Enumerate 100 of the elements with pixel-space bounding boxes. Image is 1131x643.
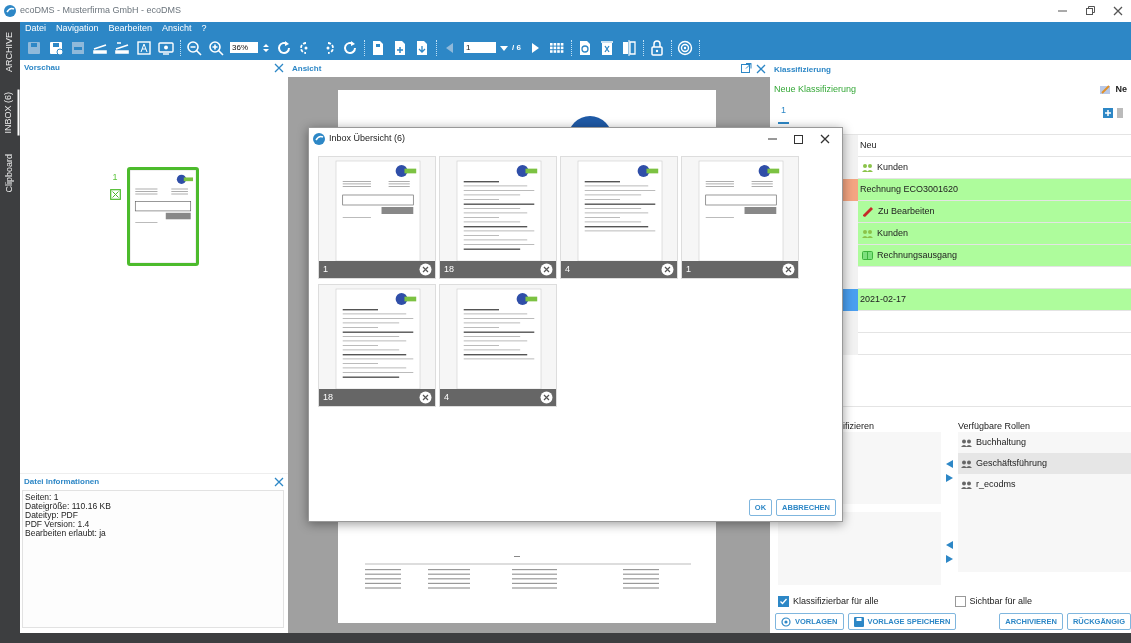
- role-item[interactable]: r_ecodms: [958, 474, 1131, 495]
- close-icon[interactable]: [1113, 6, 1123, 16]
- remove-icon[interactable]: [540, 391, 553, 404]
- remove-icon[interactable]: [782, 263, 795, 276]
- field-value: Rechnungsausgang: [877, 248, 958, 262]
- fit-page-icon[interactable]: [276, 39, 292, 56]
- zoom-in-icon[interactable]: [208, 39, 224, 56]
- menu-item[interactable]: Navigation: [51, 22, 104, 35]
- edit-form-icon[interactable]: [1099, 84, 1112, 96]
- form-title: Neue Klassifizierung: [774, 83, 857, 97]
- side-tab[interactable]: Clipboard: [1, 151, 19, 195]
- add-document-icon[interactable]: [392, 39, 408, 56]
- caret-icon[interactable]: [500, 43, 508, 52]
- tab[interactable]: 1: [778, 104, 789, 124]
- move-right-icon[interactable]: [945, 473, 954, 483]
- spinner-icon[interactable]: [262, 42, 270, 53]
- zoom-field[interactable]: 36%: [230, 42, 258, 53]
- checkbox-label: Klassifizierbar für alle: [793, 594, 879, 608]
- page-total: / 6: [512, 41, 521, 54]
- page-number: 1: [112, 171, 118, 184]
- field-value: Neu: [860, 138, 877, 152]
- remove-icon[interactable]: [661, 263, 674, 276]
- list-title: Verfügbare Rollen: [958, 421, 1032, 431]
- info-line: Bearbeiten erlaubt: ja: [25, 529, 107, 538]
- menu-item[interactable]: ?: [196, 22, 212, 35]
- new-button[interactable]: Ne: [1115, 83, 1127, 97]
- people-icon: [961, 459, 972, 468]
- page-field[interactable]: 1: [464, 42, 496, 53]
- role-item[interactable]: Geschäftsführung: [958, 453, 1131, 474]
- document-card[interactable]: 4: [439, 284, 557, 407]
- monitor-icon[interactable]: [158, 39, 174, 56]
- document-card[interactable]: 18: [318, 284, 436, 407]
- page-count: 18: [444, 262, 454, 276]
- document-icon[interactable]: [370, 39, 386, 56]
- maximize-icon[interactable]: [794, 134, 803, 144]
- role-name: r_ecodms: [976, 477, 1016, 491]
- menu-item[interactable]: Datei: [20, 22, 51, 35]
- role-name: Buchhaltung: [976, 435, 1027, 449]
- document-card[interactable]: 1: [681, 156, 799, 279]
- row-header-cell: [843, 157, 858, 179]
- role-item[interactable]: Buchhaltung: [958, 432, 1131, 453]
- text-frame-icon[interactable]: [136, 39, 152, 56]
- menu-item[interactable]: Bearbeiten: [103, 22, 158, 35]
- panel-title: Klassifizierung: [774, 64, 831, 76]
- refresh-icon[interactable]: [342, 39, 358, 56]
- lock-icon[interactable]: [648, 39, 665, 56]
- row-header-cell: [843, 267, 858, 289]
- checkbox[interactable]: [954, 596, 966, 607]
- move-right-icon[interactable]: [945, 554, 954, 564]
- checkbox-icon[interactable]: [109, 188, 121, 200]
- field-cell[interactable]: Zu Bearbeiten: [858, 201, 1131, 223]
- role-name: Geschäftsführung: [976, 456, 1048, 470]
- remove-icon[interactable]: [419, 391, 432, 404]
- zoom-out-icon[interactable]: [186, 39, 202, 56]
- field-value: Kunden: [877, 160, 909, 174]
- row-header-cell: [843, 333, 858, 355]
- page-count: 4: [444, 390, 449, 404]
- info-line: PDF Version: 1.4: [25, 520, 91, 529]
- page-count: 1: [323, 262, 328, 276]
- export-document-icon[interactable]: [414, 39, 430, 56]
- remove-icon[interactable]: [540, 263, 553, 276]
- panel-title: Vorschau: [24, 62, 60, 74]
- close-icon[interactable]: [820, 134, 830, 144]
- people-icon: [862, 162, 873, 173]
- list-title: ifizieren: [842, 421, 875, 431]
- delete-document-icon[interactable]: [598, 39, 615, 56]
- split-document-icon[interactable]: [620, 39, 637, 56]
- checkbox-label: Sichtbar für alle: [969, 594, 1033, 608]
- field-cell[interactable]: Kunden: [858, 223, 1131, 245]
- field-cell[interactable]: 2021-02-17: [858, 289, 1131, 311]
- target-icon: [781, 616, 791, 627]
- field-value: Kunden: [877, 226, 909, 240]
- panel-title: Datei Informationen: [24, 476, 100, 488]
- expand-icon[interactable]: [741, 63, 752, 74]
- scanner-icon[interactable]: [114, 39, 130, 56]
- page-count: 4: [565, 262, 570, 276]
- field-cell[interactable]: Neu: [858, 135, 1131, 157]
- remove-icon[interactable]: [419, 263, 432, 276]
- add-icon[interactable]: [1103, 108, 1113, 118]
- document-card[interactable]: 4: [560, 156, 678, 279]
- move-left-icon[interactable]: [945, 459, 954, 469]
- move-left-icon[interactable]: [945, 540, 954, 550]
- restore-icon[interactable]: [1085, 6, 1095, 16]
- info-line: Seiten: 1: [25, 493, 60, 502]
- info-line: Dateigröße: 110.16 KB: [25, 502, 112, 511]
- field-value: Rechnung ECO3001620: [860, 182, 959, 196]
- row-header-cell: [843, 311, 858, 333]
- checkbox[interactable]: [778, 596, 789, 607]
- document-card[interactable]: 18: [439, 156, 557, 279]
- dialog-title: Inbox Übersicht (6): [329, 132, 406, 146]
- side-tab[interactable]: INBOX (6): [0, 90, 20, 136]
- field-cell[interactable]: Rechnung ECO3001620: [858, 179, 1131, 201]
- side-tab[interactable]: ARCHIVE: [1, 30, 19, 74]
- document-card[interactable]: 1: [318, 156, 436, 279]
- target-icon[interactable]: [676, 39, 693, 56]
- menu-item[interactable]: Ansicht: [157, 22, 197, 35]
- app-logo-icon: [4, 5, 16, 17]
- field-value: 2021-02-17: [860, 292, 907, 306]
- field-cell[interactable]: Rechnungsausgang: [858, 245, 1131, 267]
- row-header-cell: [843, 135, 858, 157]
